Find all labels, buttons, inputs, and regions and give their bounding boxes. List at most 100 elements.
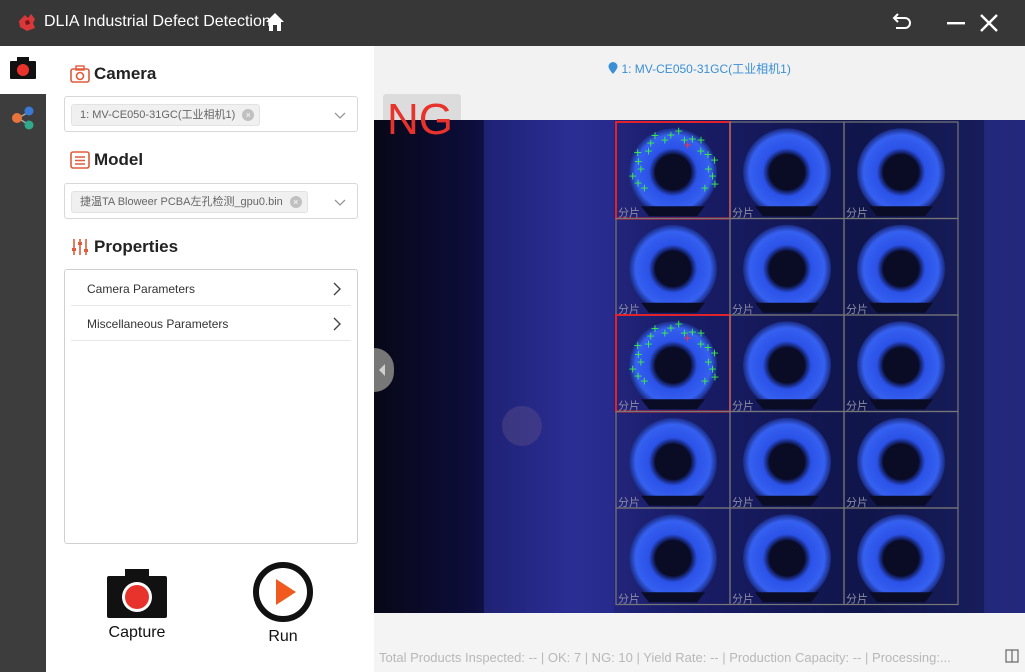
part-hole <box>769 250 805 287</box>
chevron-down-icon[interactable] <box>333 195 347 209</box>
properties-item-label: Miscellaneous Parameters <box>87 317 229 331</box>
properties-item-label: Camera Parameters <box>87 282 196 296</box>
title-bar: DLIA Industrial Defect Detection <box>0 0 1025 46</box>
app-logo-icon <box>19 14 35 31</box>
part-hole <box>883 443 919 480</box>
close-icon[interactable] <box>977 11 1001 35</box>
side-panel: Camera 1: MV-CE050-31GC(工业相机1) × Model 捷… <box>46 46 374 672</box>
location-pin-icon <box>608 62 618 74</box>
detection-marker: + <box>633 146 642 159</box>
tile-label: 分片 <box>618 496 640 509</box>
tile-label: 分片 <box>732 593 754 606</box>
part-hole <box>655 250 691 287</box>
part-notch <box>641 302 705 313</box>
model-tag-label: 捷温TA Bloweer PCBA左孔检测_gpu0.bin <box>80 196 283 208</box>
camera-select[interactable]: 1: MV-CE050-31GC(工业相机1) × <box>64 96 358 132</box>
capture-button[interactable]: Capture <box>96 567 178 642</box>
part-hole <box>883 347 919 384</box>
triangle-left-icon <box>379 364 385 376</box>
tile-label: 分片 <box>846 496 868 509</box>
play-icon <box>253 562 313 622</box>
part-notch <box>641 206 705 217</box>
defect-marker: + <box>683 138 692 151</box>
part-notch <box>869 206 933 217</box>
inspection-image[interactable]: 分片 + + + + + + + + + + + + + + + + + + + + + + + 分片 分片 分片 分片 分片 分片 + + +… <box>374 120 1025 613</box>
capture-label: Capture <box>108 624 166 641</box>
camera-outline-icon <box>70 65 90 83</box>
part-notch <box>755 592 819 603</box>
left-rail <box>0 46 46 672</box>
detection-marker: + <box>710 371 719 384</box>
inspection-image-canvas: 分片++++++ +++ +++++ +++++++++分片 分片分片 分片 分片分片+++… <box>374 120 1025 613</box>
defect-marker: + <box>683 331 692 344</box>
part-hole <box>883 154 919 191</box>
fixture-hole-shape <box>502 406 542 446</box>
properties-heading: Properties <box>94 237 179 256</box>
properties-item-miscellaneous-parameters[interactable]: Miscellaneous Parameters <box>71 307 351 341</box>
camera-tag: 1: MV-CE050-31GC(工业相机1) × <box>71 104 261 126</box>
tile-label: 分片 <box>846 593 868 606</box>
part-hole <box>655 540 691 577</box>
part-notch <box>869 495 933 506</box>
model-list-icon <box>70 151 90 169</box>
rail-item-camera[interactable] <box>0 46 46 94</box>
camera-section-header: Camera <box>70 63 156 85</box>
detection-marker: + <box>650 129 659 142</box>
tile-label: 分片 <box>732 496 754 509</box>
back-icon[interactable] <box>889 11 913 35</box>
detection-marker: + <box>700 375 709 388</box>
chevron-right-icon <box>333 282 341 296</box>
remove-tag-icon[interactable]: × <box>242 109 255 121</box>
inspection-stats: Total Products Inspected: -- | OK: 7 | N… <box>379 650 951 665</box>
side-plate-shape <box>484 120 614 613</box>
properties-section-header: Properties <box>70 236 178 258</box>
model-heading: Model <box>94 150 144 169</box>
result-status: NG <box>387 95 453 144</box>
run-button[interactable]: Run <box>242 561 324 646</box>
part-notch <box>755 302 819 313</box>
tile-label: 分片 <box>618 593 640 606</box>
chevron-down-icon[interactable] <box>333 108 347 122</box>
remove-tag-icon[interactable]: × <box>289 196 302 208</box>
part-grid: 分片++++++ +++ +++++ +++++++++分片 分片分片 分片 分片分片+++… <box>615 121 959 606</box>
part-hole <box>769 347 805 384</box>
home-icon[interactable] <box>264 11 286 33</box>
tile-label: 分片 <box>846 207 868 220</box>
part-hole <box>769 443 805 480</box>
part-hole <box>883 540 919 577</box>
properties-list: Camera Parameters Miscellaneous Paramete… <box>64 269 358 544</box>
model-nodes-icon <box>12 106 34 130</box>
camera-tag-label: 1: MV-CE050-31GC(工业相机1) <box>80 109 236 121</box>
properties-item-camera-parameters[interactable]: Camera Parameters <box>71 272 351 306</box>
part-hole <box>769 154 805 191</box>
part-hole <box>655 347 691 384</box>
part-hole <box>655 443 691 480</box>
part-hole <box>769 540 805 577</box>
tile-label: 分片 <box>732 207 754 220</box>
tile-label: 分片 <box>732 400 754 413</box>
camera-icon <box>10 57 36 79</box>
chevron-right-icon <box>333 317 341 331</box>
part-hole <box>883 250 919 287</box>
model-tag: 捷温TA Bloweer PCBA左孔检测_gpu0.bin × <box>71 191 308 213</box>
detection-marker: + <box>700 182 709 195</box>
sliders-icon <box>72 239 88 255</box>
tile-label: 分片 <box>732 303 754 316</box>
tile-label: 分片 <box>846 303 868 316</box>
model-section-header: Model <box>70 149 143 171</box>
rail-item-model[interactable] <box>0 94 46 142</box>
viewer-camera-label-text: 1: MV-CE050-31GC(工业相机1) <box>621 62 791 76</box>
part-notch <box>641 399 705 410</box>
part-notch <box>869 302 933 313</box>
split-panel-icon[interactable] <box>1005 649 1019 663</box>
part-notch <box>869 592 933 603</box>
status-bar: Total Products Inspected: -- | OK: 7 | N… <box>374 613 1025 672</box>
part-notch <box>755 206 819 217</box>
capture-camera-icon <box>107 569 167 618</box>
model-select[interactable]: 捷温TA Bloweer PCBA左孔检测_gpu0.bin × <box>64 183 358 219</box>
viewer-camera-label: 1: MV-CE050-31GC(工业相机1) <box>374 60 1025 77</box>
app-title: DLIA Industrial Defect Detection <box>44 13 271 30</box>
right-rail-shape <box>984 120 1025 613</box>
detection-marker: + <box>633 339 642 352</box>
minimize-icon[interactable] <box>944 11 968 35</box>
